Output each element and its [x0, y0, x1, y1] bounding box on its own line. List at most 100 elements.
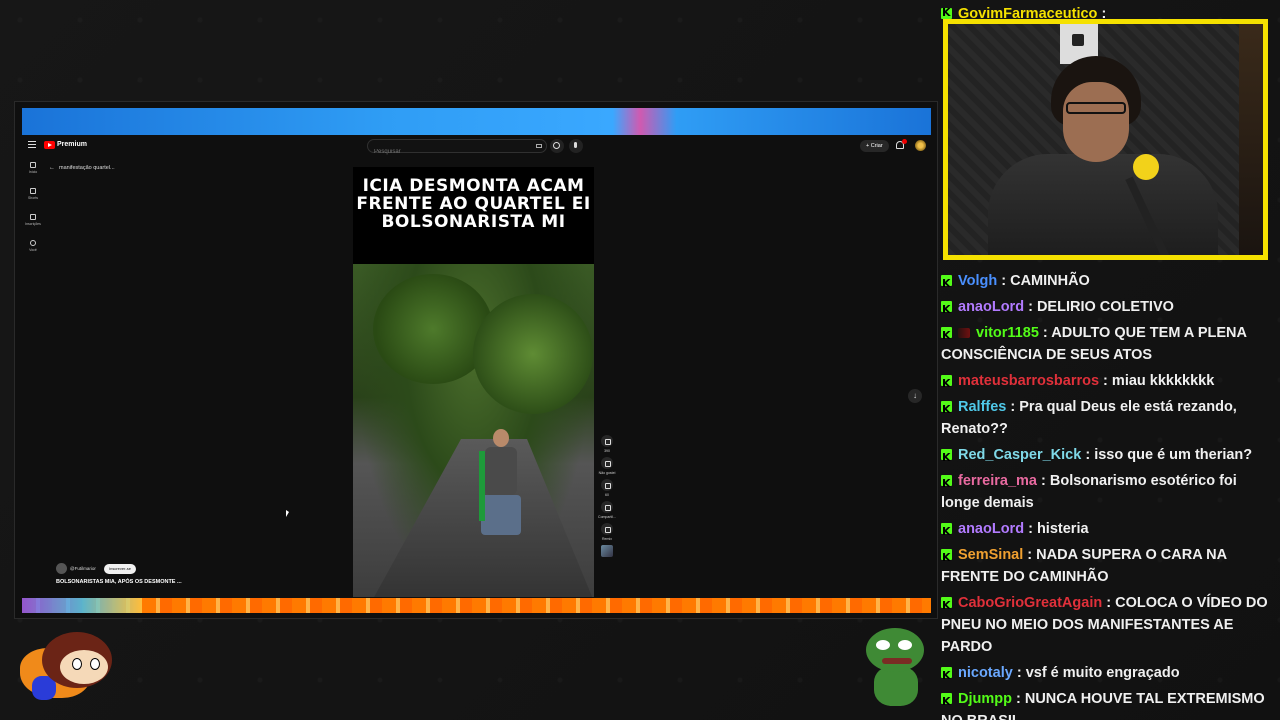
chat-separator: : — [1011, 691, 1025, 707]
like-count: 390 — [604, 449, 610, 453]
chat-text: DELIRIO COLETIVO — [1036, 299, 1174, 315]
chat-username[interactable]: anaoLord — [958, 521, 1024, 537]
chat-username[interactable]: vitor1185 — [976, 325, 1039, 341]
chat-message-partial: GovimFarmaceutico : — [941, 6, 1106, 22]
nav-item-home[interactable]: Início — [24, 162, 42, 184]
headline-line: BOLSONARISTA MI — [381, 212, 566, 232]
video-frame — [353, 264, 594, 597]
bookshelf — [1239, 24, 1263, 255]
kick-badge-icon — [941, 373, 952, 395]
youtube-logo-icon[interactable] — [44, 141, 55, 149]
pepe-mascot — [866, 628, 926, 708]
glasses — [1066, 102, 1126, 114]
chat-text: CAMINHÃO — [1010, 273, 1090, 289]
streamer-face — [1063, 82, 1129, 162]
youtube-brand[interactable]: Premium — [57, 141, 87, 148]
nav-label: Você — [29, 248, 37, 252]
chat-separator: : — [997, 273, 1011, 289]
chat-separator: : — [1081, 447, 1095, 463]
chat-message: vitor1185 : ADULTO QUE TEM A PLENA CONSC… — [941, 322, 1273, 366]
next-short-arrow-icon[interactable]: ↓ — [908, 389, 922, 403]
chat-username[interactable]: CaboGrioGreatAgain — [958, 595, 1102, 611]
nav-item-shorts[interactable]: Shorts — [24, 188, 42, 210]
chat-message: mateusbarrosbarros : miau kkkkkkkk — [941, 370, 1273, 395]
kick-badge-icon — [941, 299, 952, 321]
chat-message: Red_Casper_Kick : isso que é um therian? — [941, 444, 1273, 469]
chat-text: miau kkkkkkkk — [1111, 373, 1215, 389]
chat-message: ferreira_ma : Bolsonarismo esotérico foi… — [941, 470, 1273, 514]
chat-username[interactable]: GovimFarmaceutico — [958, 6, 1097, 22]
remix-icon — [601, 523, 613, 535]
chat-username[interactable]: Djumpp — [958, 691, 1012, 707]
comment-count: 60 — [605, 493, 609, 497]
chat-username[interactable]: SemSinal — [958, 547, 1023, 563]
kick-badge-icon — [941, 273, 952, 295]
chat-username[interactable]: ferreira_ma — [958, 473, 1037, 489]
chat-separator: : — [1038, 325, 1052, 341]
chat-separator: : — [1023, 547, 1037, 563]
breadcrumb[interactable]: manifestação quartel... — [59, 165, 115, 171]
chat-separator: : — [1024, 299, 1037, 315]
channel-avatar[interactable] — [56, 563, 67, 574]
keyboard-icon[interactable] — [536, 144, 542, 148]
menu-icon[interactable] — [28, 141, 36, 148]
video-headline: ICIA DESMONTA ACAM FRENTE AO QUARTEL EI … — [353, 167, 594, 264]
kick-badge-icon — [941, 399, 952, 421]
dislike-label: Não gostei — [598, 471, 616, 475]
headline-line: ICIA DESMONTA ACAM — [362, 176, 585, 196]
streamer-body — [988, 154, 1218, 255]
like-button[interactable]: 390 — [596, 435, 618, 453]
chat-list: Volgh : CAMINHÃO anaoLord : DELIRIO COLET… — [941, 270, 1273, 720]
profile-icon — [30, 240, 36, 246]
chat-username[interactable]: Ralffes — [958, 399, 1006, 415]
nav-item-subscriptions[interactable]: Inscrições — [24, 214, 42, 236]
chat-separator: : — [1102, 595, 1116, 611]
user-avatar[interactable] — [915, 140, 926, 151]
nav-item-you[interactable]: Você — [24, 240, 42, 262]
shorts-icon — [30, 188, 36, 194]
search-box[interactable] — [367, 139, 547, 158]
chat-separator: : — [1099, 373, 1112, 389]
search-icon[interactable] — [550, 139, 564, 153]
subscribe-button[interactable]: Inscrever-se — [104, 564, 137, 574]
search-input[interactable] — [368, 146, 518, 158]
mascot-left — [20, 628, 115, 703]
browser-bottom-band — [22, 598, 931, 613]
thumbs-up-icon — [601, 435, 613, 447]
youtube-window: Premium + Criar Início Shorts Inscrições — [22, 135, 931, 598]
chat-username[interactable]: mateusbarrosbarros — [958, 373, 1099, 389]
audio-thumbnail[interactable] — [596, 545, 618, 557]
short-title[interactable]: BOLSONARISTAS MIA, APÓS OS DESMONTE ... — [56, 579, 182, 585]
share-icon — [601, 501, 613, 513]
subscriber-badge-icon — [958, 328, 970, 338]
kneeling-man — [471, 429, 531, 559]
remix-button[interactable]: Remix — [596, 523, 618, 541]
youtube-header: Premium + Criar — [22, 135, 931, 159]
microphone-icon[interactable] — [569, 139, 583, 153]
back-arrow-icon[interactable]: ← — [49, 165, 55, 171]
short-video-player[interactable]: ICIA DESMONTA ACAM FRENTE AO QUARTEL EI … — [353, 167, 594, 597]
thumbs-down-icon — [601, 457, 613, 469]
chat-separator: : — [1006, 399, 1020, 415]
kick-badge-icon — [941, 547, 952, 569]
create-button[interactable]: + Criar — [860, 140, 889, 152]
chat-username[interactable]: Red_Casper_Kick — [958, 447, 1081, 463]
chat-separator: : — [1024, 521, 1037, 537]
nav-label: Shorts — [27, 196, 39, 200]
share-label: Compartil... — [598, 515, 616, 519]
chat-separator: : — [1012, 665, 1026, 681]
screen-capture: Premium + Criar Início Shorts Inscrições — [14, 101, 938, 619]
headline-line: FRENTE AO QUARTEL EI — [356, 194, 591, 214]
audio-thumbnail-icon — [601, 545, 613, 557]
chat-username[interactable]: anaoLord — [958, 299, 1024, 315]
microphone — [1133, 154, 1159, 180]
channel-name[interactable]: @Futilmarior — [70, 566, 96, 571]
share-button[interactable]: Compartil... — [596, 501, 618, 519]
dislike-button[interactable]: Não gostei — [596, 457, 618, 475]
comments-button[interactable]: 60 — [596, 479, 618, 497]
chat-message: SemSinal : NADA SUPERA O CARA NA FRENTE … — [941, 544, 1273, 588]
chat-username[interactable]: nicotaly — [958, 665, 1013, 681]
chat-username[interactable]: Volgh — [958, 273, 997, 289]
subscriptions-icon — [30, 214, 36, 220]
kick-badge-icon — [941, 691, 952, 713]
